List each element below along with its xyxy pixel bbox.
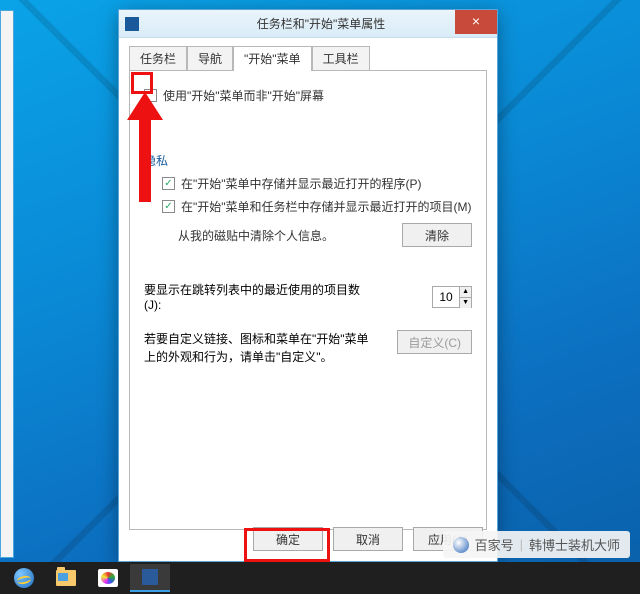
tab-strip: 任务栏 导航 "开始"菜单 工具栏 (129, 46, 487, 70)
watermark-separator: | (520, 537, 523, 552)
taskbar-paint-button[interactable] (88, 564, 128, 592)
checkbox-use-start-menu[interactable] (144, 89, 157, 102)
ie-icon (14, 568, 34, 588)
section-privacy-title: 隐私 (144, 152, 472, 169)
tab-start-menu[interactable]: "开始"菜单 (233, 46, 312, 71)
tab-taskbar[interactable]: 任务栏 (129, 46, 187, 71)
paint-icon (98, 569, 118, 587)
watermark-brand: 百家号 (475, 535, 514, 554)
watermark-logo-icon (453, 537, 469, 553)
ok-button[interactable]: 确定 (253, 527, 323, 551)
titlebar[interactable]: 任务栏和"开始"菜单属性 × (119, 10, 497, 38)
customize-button[interactable]: 自定义(C) (397, 330, 472, 354)
folder-icon (56, 570, 76, 586)
taskbar-ie-button[interactable] (4, 564, 44, 592)
label-store-items: 在"开始"菜单和任务栏中存储并显示最近打开的项目(M) (181, 198, 472, 215)
partial-window-left (0, 10, 14, 558)
watermark-badge: 百家号 | 韩博士装机大师 (443, 531, 630, 558)
checkbox-store-items[interactable] (162, 200, 175, 213)
customize-row: 若要自定义链接、图标和菜单在"开始"菜单上的外观和行为，请单击"自定义"。 自定… (144, 330, 472, 366)
jumplist-row: 要显示在跳转列表中的最近使用的项目数(J): ▲ ▼ (144, 281, 472, 312)
app-icon (142, 569, 158, 585)
close-button[interactable]: × (455, 10, 497, 34)
spinner-down-icon[interactable]: ▼ (460, 297, 471, 308)
tab-toolbars[interactable]: 工具栏 (312, 46, 370, 71)
option-store-items-row: 在"开始"菜单和任务栏中存储并显示最近打开的项目(M) (162, 198, 472, 215)
tab-page-start-menu: 使用"开始"菜单而非"开始"屏幕 隐私 在"开始"菜单中存储并显示最近打开的程序… (129, 70, 487, 530)
cancel-button[interactable]: 取消 (333, 527, 403, 551)
label-customize: 若要自定义链接、图标和菜单在"开始"菜单上的外观和行为，请单击"自定义"。 (144, 330, 374, 366)
window-title: 任务栏和"开始"菜单属性 (145, 15, 497, 32)
jumplist-spinner[interactable]: ▲ ▼ (432, 286, 472, 308)
spinner-up-icon[interactable]: ▲ (460, 287, 471, 297)
taskbar-app-button[interactable] (130, 564, 170, 592)
system-icon (125, 17, 139, 31)
clear-button[interactable]: 清除 (402, 223, 472, 247)
taskbar-explorer-button[interactable] (46, 564, 86, 592)
option-store-programs-row: 在"开始"菜单中存储并显示最近打开的程序(P) (162, 175, 472, 192)
tab-navigation[interactable]: 导航 (187, 46, 233, 71)
label-use-start-menu: 使用"开始"菜单而非"开始"屏幕 (163, 87, 324, 104)
properties-dialog: 任务栏和"开始"菜单属性 × 任务栏 导航 "开始"菜单 工具栏 使用"开始"菜… (118, 9, 498, 562)
dialog-client-area: 任务栏 导航 "开始"菜单 工具栏 使用"开始"菜单而非"开始"屏幕 隐私 在"… (119, 38, 497, 561)
desktop-background: 任务栏和"开始"菜单属性 × 任务栏 导航 "开始"菜单 工具栏 使用"开始"菜… (0, 0, 640, 594)
label-jumplist-count: 要显示在跳转列表中的最近使用的项目数(J): (144, 281, 374, 312)
watermark-author: 韩博士装机大师 (529, 535, 620, 554)
clear-tiles-row: 从我的磁贴中清除个人信息。 清除 (178, 223, 472, 247)
label-clear-tiles: 从我的磁贴中清除个人信息。 (178, 227, 334, 244)
checkbox-store-programs[interactable] (162, 177, 175, 190)
label-store-programs: 在"开始"菜单中存储并显示最近打开的程序(P) (181, 175, 422, 192)
taskbar[interactable] (0, 562, 640, 594)
option-use-start-menu-row: 使用"开始"菜单而非"开始"屏幕 (144, 87, 472, 104)
jumplist-input[interactable] (433, 287, 459, 307)
